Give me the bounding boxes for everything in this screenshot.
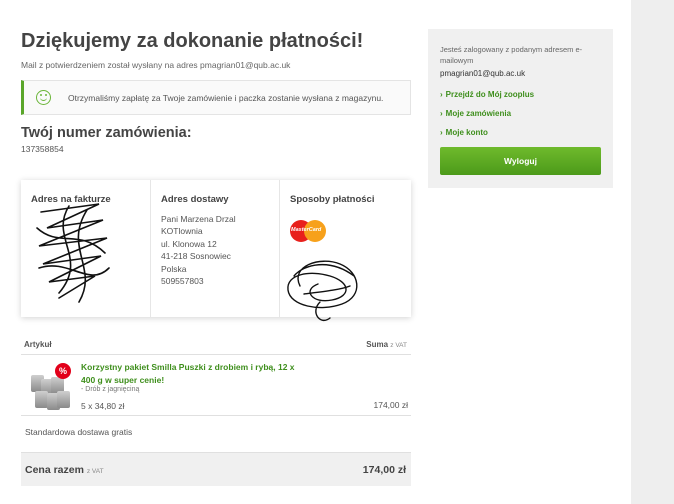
shipping-address-line: Pani Marzena Drzal [161,214,236,224]
logged-in-info: Jesteś zalogowany z podanym adresem e-ma… [440,45,583,65]
logged-in-email: pmagrian01@qub.ac.uk [440,69,526,78]
link-my-account[interactable]: › Moje konto [440,128,534,147]
link-label: Moje konto [445,128,488,137]
total-note: z VAT [86,468,104,475]
payment-method-heading: Sposoby płatności [290,194,375,205]
product-name-link[interactable]: Korzystny pakiet Smilla Puszki z drobiem… [81,361,311,386]
shipping-address-lines: Pani Marzena Drzal KOTlownia ul. Klonowa… [161,213,236,287]
redaction-scribble [287,260,358,321]
mastercard-icon: MasterCard [290,220,326,242]
page-gutter [631,0,674,504]
chevron-right-icon: › [440,128,443,137]
confirmation-mail-note: Mail z potwierdzeniem został wysłany na … [21,60,291,70]
account-sidebar: Jesteś zalogowany z podanym adresem e-ma… [428,29,613,188]
total-bar: Cena razem z VAT 174,00 zł [21,452,411,486]
success-message: Otrzymaliśmy zapłatę za Twoje zamówienie… [68,93,384,103]
link-label: Moje zamówienia [445,109,512,118]
order-number-label: Twój numer zamówienia: [21,125,192,141]
product-sum: 174,00 zł [373,400,409,410]
account-links: › Przejdź do Mój zooplus › Moje zamówienia… [440,90,534,147]
address-card: Adres na fakturze Adres dostawy Pani Mar… [21,180,411,321]
shipping-address-column: Adres dostawy Pani Marzena Drzal KOTlown… [150,180,280,317]
shipping-address-line: KOTlownia [161,226,203,237]
shipping-address-line: 509557803 [161,276,204,287]
link-label: Przejdź do Mój zooplus [445,90,535,99]
payment-method-column: Sposoby płatności MasterCard [280,180,411,321]
page-title: Dziękujemy za dokonanie płatności! [21,30,364,52]
table-row: % Korzystny pakiet Smilla Puszki z drobi… [21,355,411,416]
chevron-right-icon: › [440,109,443,118]
chevron-right-icon: › [440,90,443,99]
shipping-note: Standardowa dostawa gratis [25,427,133,437]
discount-badge: % [55,363,71,379]
shipping-address-heading: Adres dostawy [161,194,229,205]
sum-column-header: Suma z VAT [366,340,407,349]
billing-address-heading: Adres na fakturze [31,194,111,205]
total-label-text: Cena razem [25,464,84,476]
shipping-address-line: Polska [161,263,187,274]
billing-address-column: Adres na fakturze [21,180,150,317]
link-my-orders[interactable]: › Moje zamówienia [440,109,534,128]
shipping-address-line: 41-218 Sosnowiec [161,251,231,262]
product-variant: - Drób z jagnięciną [81,386,140,393]
order-table-header: Artykuł Suma z VAT [21,337,411,355]
product-image[interactable]: % [29,363,71,411]
shipping-address-line: ul. Klonowa 12 [161,238,217,249]
mastercard-label: MasterCard [291,227,322,233]
article-column-header: Artykuł [24,340,52,349]
sum-header-note: z VAT [390,342,407,349]
product-quantity-price: 5 x 34,80 zł [81,401,125,411]
total-value: 174,00 zł [362,464,406,476]
sum-header-label: Suma [366,340,389,349]
smiley-icon [36,90,51,105]
link-my-zooplus[interactable]: › Przejdź do Mój zooplus [440,90,534,109]
order-number: 137358854 [21,144,64,154]
redaction-scribble [36,203,110,303]
payment-success-box: Otrzymaliśmy zapłatę za Twoje zamówienie… [21,80,411,115]
logout-button[interactable]: Wyloguj [440,147,601,175]
total-label: Cena razem z VAT [25,464,104,476]
